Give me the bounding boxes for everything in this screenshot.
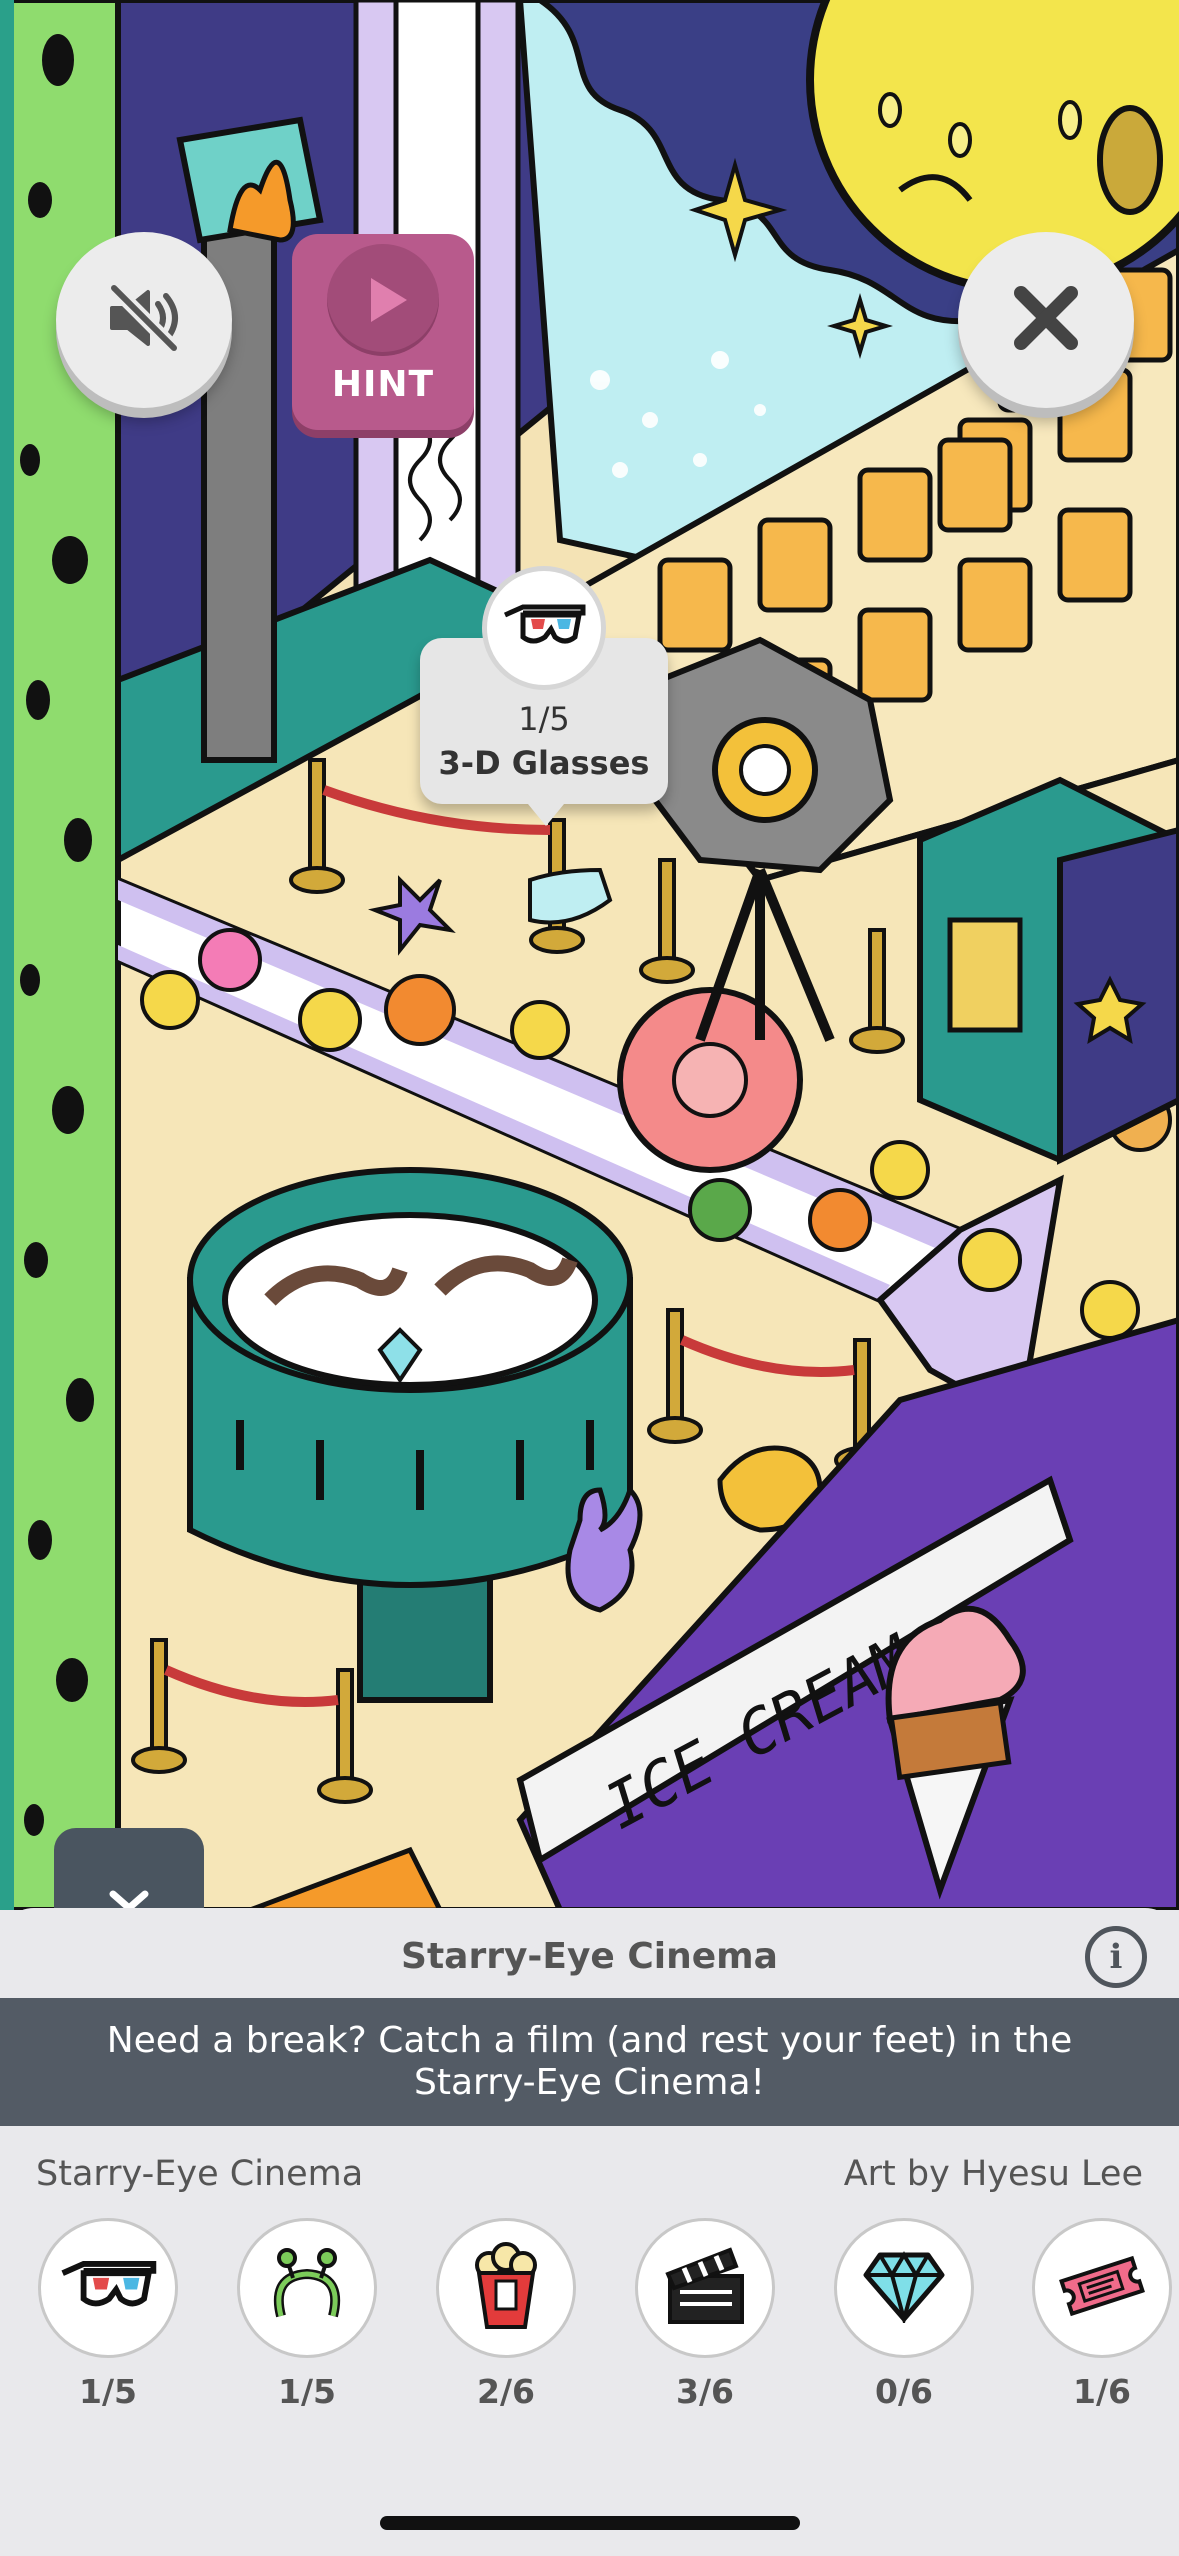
checklist-item-clapperboard[interactable]: 3/6 <box>633 2218 777 2411</box>
hint-label: HINT <box>331 364 435 405</box>
item-count: 1/5 <box>278 2372 336 2411</box>
3d-glasses-icon <box>58 2256 158 2320</box>
popcorn-icon <box>471 2241 541 2335</box>
item-count: 3/6 <box>676 2372 734 2411</box>
checklist-item-3d-glasses[interactable]: 1/5 <box>36 2218 180 2411</box>
close-icon <box>1011 283 1081 357</box>
checklist-item-alien-headband[interactable]: 1/5 <box>235 2218 379 2411</box>
info-icon: i <box>1109 1937 1123 1977</box>
hint-button[interactable]: HINT <box>292 234 474 430</box>
checklist-item-diamond[interactable]: 0/6 <box>832 2218 976 2411</box>
checklist-item-popcorn[interactable]: 2/6 <box>434 2218 578 2411</box>
ticket-icon <box>1057 2253 1147 2323</box>
tooltip-count: 1/5 <box>518 700 570 738</box>
close-button[interactable] <box>958 232 1134 408</box>
3d-glasses-icon <box>501 601 587 655</box>
tooltip-icon-badge <box>482 566 606 690</box>
scene-description: Need a break? Catch a film (and rest you… <box>106 2020 1073 2103</box>
info-button[interactable]: i <box>1085 1926 1147 1988</box>
scene-info-panel: Starry-Eye Cinema i Need a break? Catch … <box>0 1908 1179 2556</box>
play-icon <box>327 244 439 356</box>
scene-name-label: Starry-Eye Cinema <box>36 2154 364 2194</box>
speaker-muted-icon <box>102 276 186 364</box>
diamond-icon <box>862 2249 946 2327</box>
tooltip-item-name: 3-D Glasses <box>438 744 650 782</box>
alien-headband-icon <box>267 2246 347 2330</box>
home-indicator[interactable] <box>380 2516 800 2530</box>
item-count: 1/5 <box>79 2372 137 2411</box>
artist-credit: Art by Hyesu Lee <box>843 2154 1143 2194</box>
item-checklist: 1/5 1/5 2/6 3/6 0/6 1/6 <box>0 2218 1179 2418</box>
item-count: 2/6 <box>477 2372 535 2411</box>
clapperboard-icon <box>660 2244 750 2332</box>
item-count: 0/6 <box>875 2372 933 2411</box>
mute-button[interactable] <box>56 232 232 408</box>
scene-description-banner: Need a break? Catch a film (and rest you… <box>0 1998 1179 2126</box>
checklist-item-ticket[interactable]: 1/6 <box>1030 2218 1174 2411</box>
panel-title: Starry-Eye Cinema <box>401 1936 778 1977</box>
item-count: 1/6 <box>1073 2372 1131 2411</box>
